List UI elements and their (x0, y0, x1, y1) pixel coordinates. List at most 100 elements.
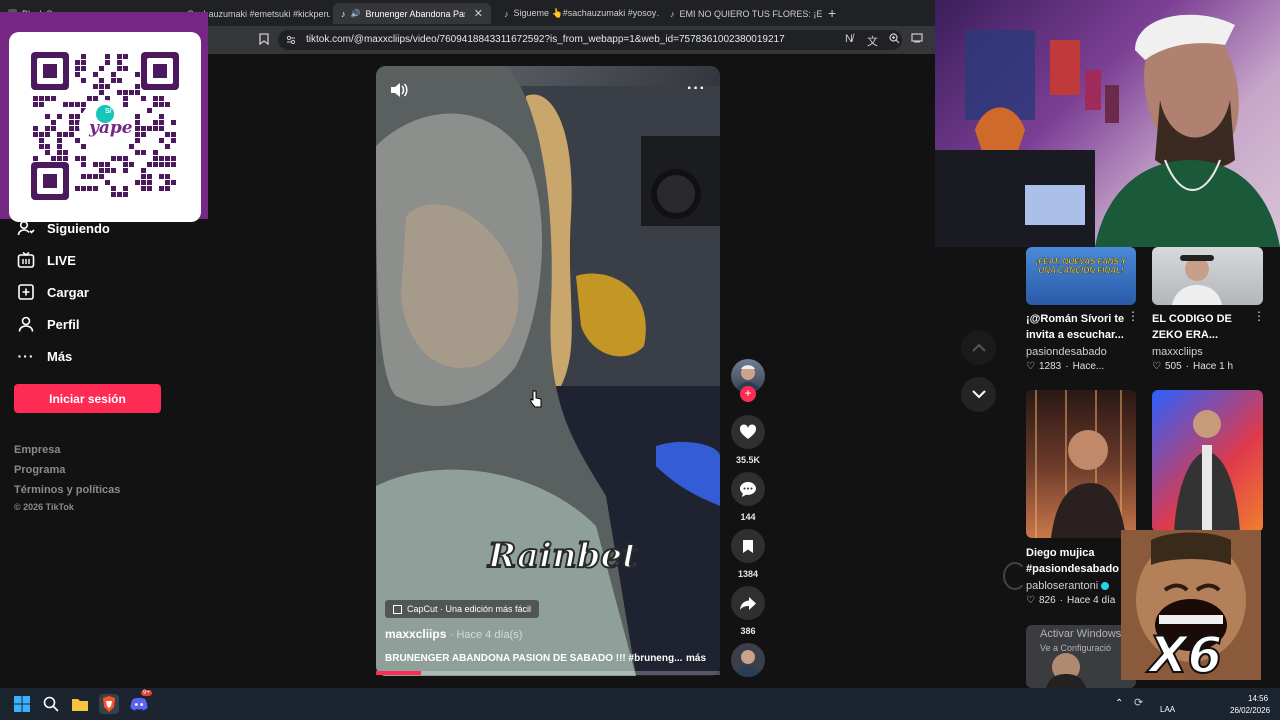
kebab-menu-icon[interactable]: ⋮ (1253, 309, 1265, 323)
qr-module (165, 180, 170, 185)
qr-module (81, 54, 86, 59)
discord-icon[interactable]: 9+ (129, 690, 152, 714)
windows-start-icon[interactable] (12, 694, 32, 714)
related-author[interactable]: maxxcliips (1152, 346, 1203, 358)
qr-module (45, 126, 50, 131)
qr-module (87, 186, 92, 191)
previous-video-button[interactable] (961, 330, 996, 365)
sidebar-item-more[interactable]: ··· Más (17, 347, 73, 365)
qr-module (135, 138, 140, 143)
sidebar-item-upload[interactable]: Cargar (17, 283, 89, 301)
creator-avatar[interactable]: + (731, 359, 765, 402)
comment-button[interactable]: 144 (731, 472, 765, 522)
related-thumbnail[interactable] (1152, 247, 1263, 305)
related-title[interactable]: Diego mujica #pasiondesabado (1026, 545, 1130, 577)
related-thumbnail[interactable]: ¡FEAT, NUEVAS FANS Y UNA CANCIÓN FINAL! (1026, 247, 1136, 305)
capcut-badge[interactable]: CapCut · Una edición más fácil (385, 600, 540, 618)
keyboard-language[interactable]: LAA (1160, 705, 1175, 714)
qr-module (153, 162, 158, 167)
qr-module (93, 72, 98, 77)
volume-icon[interactable] (390, 82, 408, 103)
qr-module (57, 132, 62, 137)
bookmark-icon[interactable] (259, 33, 269, 48)
close-tab-icon[interactable]: ✕ (474, 7, 483, 20)
qr-module (159, 186, 164, 191)
capcut-icon (393, 604, 402, 614)
translate-icon[interactable]: 文 (867, 33, 878, 49)
qr-module (39, 138, 44, 143)
related-thumbnail[interactable] (1026, 390, 1136, 538)
qr-module (123, 54, 128, 59)
emote-multiplier: X6 (1148, 626, 1223, 684)
qr-module (123, 186, 128, 191)
qr-module (93, 96, 98, 101)
like-button[interactable]: 35.5K (731, 415, 765, 465)
heart-outline-icon: ♡ (1026, 595, 1035, 606)
browser-tab-active[interactable]: ♪ 🔊 Brunenger Abandona Pasión… ✕ (333, 3, 491, 24)
profile-icon (17, 315, 35, 333)
qr-module (147, 174, 152, 179)
new-tab-button[interactable]: + (828, 5, 836, 21)
sync-icon[interactable]: ⟳ (1134, 696, 1143, 709)
qr-module (81, 60, 86, 65)
share-button[interactable]: 386 (731, 586, 765, 636)
qr-module (69, 132, 74, 137)
login-button[interactable]: Iniciar sesión (14, 384, 161, 413)
footer-link[interactable]: Empresa (14, 444, 60, 456)
qr-module (81, 174, 86, 179)
zoom-icon[interactable] (889, 33, 900, 47)
cast-icon[interactable] (911, 33, 923, 46)
music-disc[interactable] (731, 643, 765, 677)
qr-module (81, 162, 86, 167)
qr-module (171, 120, 176, 125)
sidebar-item-profile[interactable]: Perfil (17, 315, 80, 333)
related-author-row[interactable]: pabloserantoni (1026, 580, 1110, 592)
qr-module (123, 90, 128, 95)
qr-module (171, 162, 176, 167)
qr-module (75, 60, 80, 65)
site-info-icon[interactable] (286, 35, 296, 48)
qr-module (57, 114, 62, 119)
thumbnail-image (1174, 410, 1240, 532)
tiktok-favicon-icon: ♪ (341, 8, 346, 19)
clock-time[interactable]: 14:56 (1248, 694, 1268, 703)
brave-browser-icon[interactable] (99, 694, 119, 714)
save-button[interactable]: 1384 (731, 529, 765, 579)
more-options-icon[interactable]: ··· (687, 80, 706, 98)
video-player[interactable]: ··· Rainbet CapCut · Una edición más fác… (376, 66, 720, 676)
caption-more-link[interactable]: más (686, 653, 706, 664)
search-icon[interactable] (41, 694, 61, 714)
tray-chevron-up-icon[interactable]: ⌃ (1115, 698, 1123, 709)
browser-tab[interactable]: ♪ Sigueme 👆#sachauzumaki #yosoy… (496, 3, 659, 24)
qr-module (147, 180, 152, 185)
browser-tab[interactable]: ♪ EMI NO QUIERO TUS FLORES: ¡Enté… (662, 3, 822, 24)
next-video-button[interactable] (961, 377, 996, 412)
file-explorer-icon[interactable] (70, 694, 90, 714)
video-progress-bar[interactable] (376, 671, 720, 675)
footer-link[interactable]: Términos y políticas (14, 484, 120, 496)
activate-windows-subtitle: Ve a Configuració (1040, 643, 1112, 653)
related-thumbnail[interactable] (1152, 390, 1263, 532)
qr-module (51, 96, 56, 101)
qr-module (45, 132, 50, 137)
clock-date[interactable]: 26/02/2026 (1230, 706, 1270, 715)
related-title[interactable]: ¡@Román Sívori te invita a escuchar... (1026, 311, 1130, 343)
qr-module (117, 66, 122, 71)
qr-module (93, 174, 98, 179)
footer-link[interactable]: Programa (14, 464, 65, 476)
tiktok-favicon-icon: ♪ (504, 8, 509, 19)
heart-outline-icon: ♡ (1152, 361, 1161, 372)
url-text[interactable]: tiktok.com/@maxxcliips/video/76094188433… (306, 34, 785, 45)
related-author[interactable]: pasiondesabado (1026, 346, 1107, 358)
video-author[interactable]: maxxcliips (385, 627, 446, 641)
kebab-menu-icon[interactable]: ⋮ (1127, 309, 1139, 323)
qr-module (147, 108, 152, 113)
reader-mode-icon[interactable]: N̸ (845, 33, 853, 45)
follow-plus-icon[interactable]: + (740, 386, 756, 402)
qr-module (135, 132, 140, 137)
sidebar-item-live[interactable]: LIVE (17, 251, 76, 269)
qr-module (165, 132, 170, 137)
qr-module (135, 150, 140, 155)
qr-module (153, 102, 158, 107)
related-title[interactable]: EL CODIGO DE ZEKO ERA... (1152, 311, 1252, 343)
